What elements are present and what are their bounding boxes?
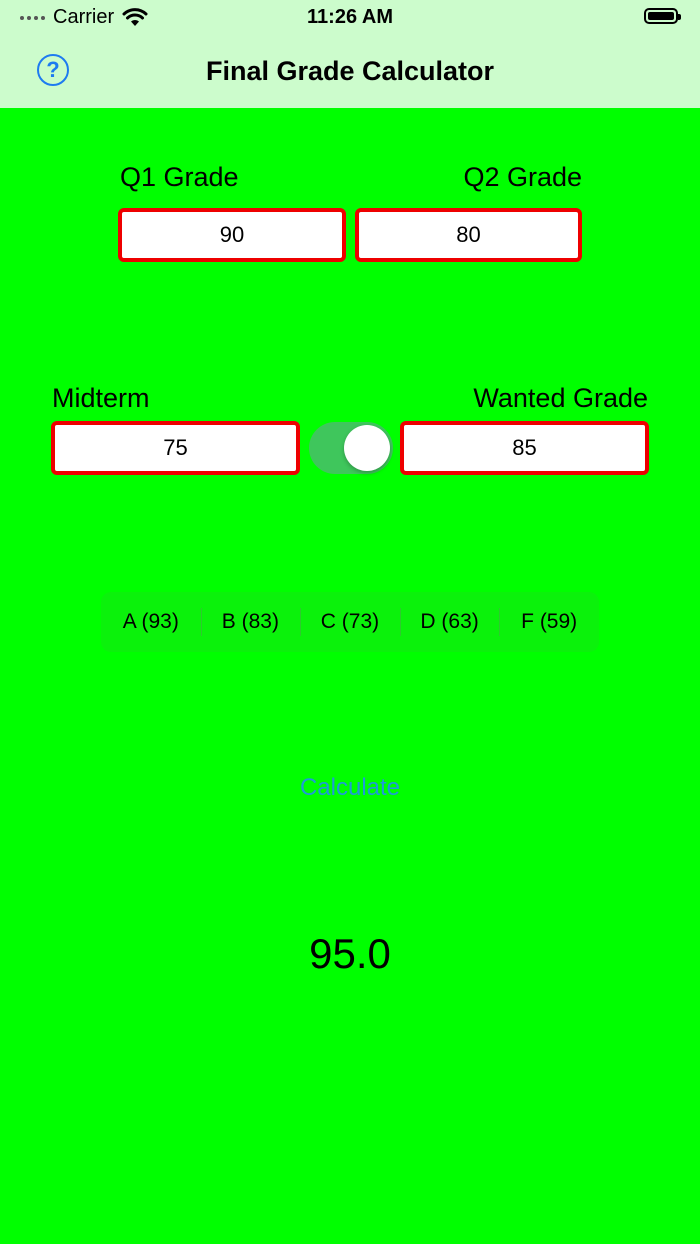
battery-icon (644, 8, 681, 24)
q1-grade-field[interactable]: 90 (118, 208, 346, 262)
q1-label: Q1 Grade (120, 162, 239, 192)
status-bar: Carrier 11:26 AM (0, 0, 700, 34)
toggle-knob (344, 425, 390, 471)
midterm-label: Midterm (52, 383, 150, 413)
mode-toggle[interactable] (309, 422, 393, 474)
segment-b[interactable]: B (83) (200, 592, 301, 652)
page-title: Final Grade Calculator (205, 56, 495, 86)
status-time: 11:26 AM (307, 6, 393, 28)
segment-d[interactable]: D (63) (399, 592, 500, 652)
q2-label: Q2 Grade (463, 162, 582, 192)
segment-a[interactable]: A (93) (101, 592, 201, 652)
wanted-grade-field[interactable]: 85 (400, 421, 649, 475)
grade-segmented-control: A (93) B (83) C (73) D (63) F (59) (101, 592, 599, 652)
q2-grade-field[interactable]: 80 (355, 208, 582, 262)
nav-bar: ? Final Grade Calculator (0, 34, 700, 108)
calculate-button[interactable]: Calculate (0, 774, 700, 802)
segment-c[interactable]: C (73) (300, 592, 400, 652)
midterm-field[interactable]: 75 (51, 421, 300, 475)
result-value: 95.0 (309, 930, 391, 977)
segment-f[interactable]: F (59) (499, 592, 599, 652)
wanted-grade-label: Wanted Grade (473, 383, 648, 413)
